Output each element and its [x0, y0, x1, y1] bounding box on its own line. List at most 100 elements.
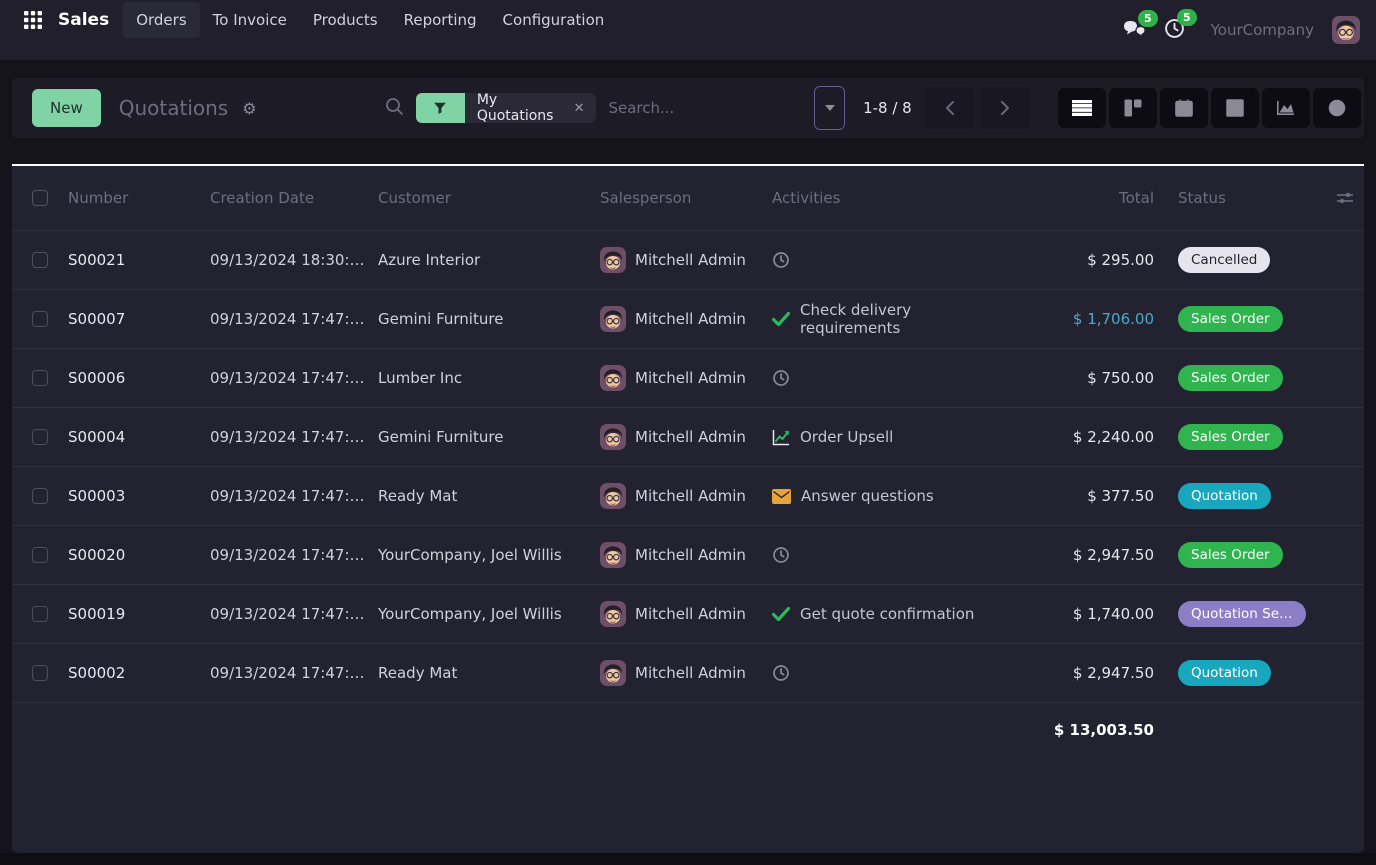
check-activity-icon[interactable] [772, 607, 790, 621]
salesperson-name: Mitchell Admin [635, 487, 746, 505]
row-number: S00021 [68, 251, 210, 269]
row-checkbox[interactable] [32, 665, 48, 681]
row-activities[interactable] [772, 369, 992, 387]
header-salesperson[interactable]: Salesperson [600, 189, 772, 207]
status-badge: Quotation Se… [1178, 601, 1306, 627]
filter-funnel-icon [416, 93, 465, 123]
row-salesperson: Mitchell Admin [600, 365, 772, 391]
nav-menu-reporting[interactable]: Reporting [391, 2, 490, 38]
row-number: S00006 [68, 369, 210, 387]
salesperson-avatar [600, 365, 626, 391]
row-creation-date: 09/13/2024 17:47:… [210, 310, 378, 328]
envelope-activity-icon[interactable] [772, 489, 791, 504]
row-checkbox[interactable] [32, 547, 48, 563]
footer-total-sum: $ 13,003.50 [992, 721, 1166, 739]
row-checkbox[interactable] [32, 429, 48, 445]
table-footer-row: $ 13,003.50 [12, 702, 1364, 756]
row-activities[interactable]: Order Upsell [772, 428, 992, 446]
header-creation-date[interactable]: Creation Date [210, 189, 378, 207]
gear-icon[interactable]: ⚙ [242, 99, 256, 118]
pager-next-button[interactable] [982, 87, 1030, 129]
row-customer: Azure Interior [378, 251, 600, 269]
optional-columns-icon[interactable] [1326, 190, 1364, 206]
nav-right: 5 5 YourCompany [1122, 0, 1360, 60]
row-customer: Gemini Furniture [378, 310, 600, 328]
view-switch-pivot-icon[interactable] [1211, 88, 1259, 128]
activities-button[interactable]: 5 [1164, 18, 1185, 43]
filter-remove-icon[interactable]: ✕ [574, 101, 585, 116]
row-activities[interactable]: Get quote confirmation [772, 605, 992, 623]
apps-menu-icon[interactable] [16, 3, 50, 37]
status-badge: Quotation [1178, 483, 1271, 509]
status-badge: Sales Order [1178, 542, 1283, 568]
row-number: S00002 [68, 664, 210, 682]
messages-button[interactable]: 5 [1122, 19, 1146, 42]
row-activities[interactable] [772, 251, 992, 269]
app-name[interactable]: Sales [58, 10, 109, 30]
activity-label: Answer questions [801, 487, 934, 505]
view-switch-activity-icon[interactable] [1313, 88, 1361, 128]
table-row[interactable]: S00004 09/13/2024 17:47:… Gemini Furnitu… [12, 407, 1364, 466]
row-customer: Ready Mat [378, 487, 600, 505]
table-row[interactable]: S00003 09/13/2024 17:47:… Ready Mat Mitc… [12, 466, 1364, 525]
table-row[interactable]: S00021 09/13/2024 18:30:… Azure Interior… [12, 230, 1364, 289]
row-checkbox[interactable] [32, 252, 48, 268]
row-checkbox[interactable] [32, 370, 48, 386]
nav-menu-configuration[interactable]: Configuration [490, 2, 618, 38]
header-customer[interactable]: Customer [378, 189, 600, 207]
clock-activity-icon[interactable] [772, 369, 790, 387]
row-creation-date: 09/13/2024 17:47:… [210, 664, 378, 682]
nav-menu-orders[interactable]: Orders [123, 2, 199, 38]
row-salesperson: Mitchell Admin [600, 483, 772, 509]
table-row[interactable]: S00002 09/13/2024 17:47:… Ready Mat Mitc… [12, 643, 1364, 702]
company-name[interactable]: YourCompany [1211, 21, 1314, 39]
view-switch-graph-icon[interactable] [1262, 88, 1310, 128]
header-total[interactable]: Total [992, 189, 1166, 207]
filter-chip[interactable]: My Quotations ✕ [416, 93, 597, 123]
row-customer: YourCompany, Joel Willis [378, 605, 600, 623]
row-customer: YourCompany, Joel Willis [378, 546, 600, 564]
table-row[interactable]: S00007 09/13/2024 17:47:… Gemini Furnitu… [12, 289, 1364, 348]
row-activities[interactable] [772, 664, 992, 682]
clock-activity-icon[interactable] [772, 251, 790, 269]
clock-activity-icon[interactable] [772, 664, 790, 682]
pager-previous-button[interactable] [926, 87, 974, 129]
row-checkbox[interactable] [32, 311, 48, 327]
row-activities[interactable] [772, 546, 992, 564]
row-activities[interactable]: Check delivery requirements [772, 301, 992, 337]
user-avatar[interactable] [1332, 16, 1360, 44]
salesperson-avatar [600, 424, 626, 450]
trend-chart-activity-icon[interactable] [772, 429, 790, 446]
view-switch-calendar-icon[interactable] [1160, 88, 1208, 128]
salesperson-name: Mitchell Admin [635, 546, 746, 564]
page-title: Quotations [119, 96, 228, 120]
row-creation-date: 09/13/2024 17:47:… [210, 605, 378, 623]
select-all-checkbox[interactable] [32, 190, 48, 206]
row-customer: Ready Mat [378, 664, 600, 682]
view-switch-kanban-icon[interactable] [1109, 88, 1157, 128]
search-options-dropdown[interactable] [814, 86, 845, 130]
row-checkbox[interactable] [32, 606, 48, 622]
row-number: S00004 [68, 428, 210, 446]
pager: 1-8 / 8 [863, 87, 1030, 129]
table-row[interactable]: S00019 09/13/2024 17:47:… YourCompany, J… [12, 584, 1364, 643]
header-activities[interactable]: Activities [772, 189, 992, 207]
nav-menu-products[interactable]: Products [300, 2, 391, 38]
row-checkbox[interactable] [32, 488, 48, 504]
view-switch-list-icon[interactable] [1058, 88, 1106, 128]
header-status[interactable]: Status [1166, 189, 1326, 207]
salesperson-avatar [600, 601, 626, 627]
row-salesperson: Mitchell Admin [600, 424, 772, 450]
row-activities[interactable]: Answer questions [772, 487, 992, 505]
table-body: S00021 09/13/2024 18:30:… Azure Interior… [12, 230, 1364, 702]
nav-menu-to-invoice[interactable]: To Invoice [200, 2, 300, 38]
salesperson-name: Mitchell Admin [635, 369, 746, 387]
new-button[interactable]: New [32, 89, 101, 127]
row-salesperson: Mitchell Admin [600, 306, 772, 332]
table-row[interactable]: S00006 09/13/2024 17:47:… Lumber Inc Mit… [12, 348, 1364, 407]
table-row[interactable]: S00020 09/13/2024 17:47:… YourCompany, J… [12, 525, 1364, 584]
clock-activity-icon[interactable] [772, 546, 790, 564]
check-activity-icon[interactable] [772, 312, 790, 326]
search-input[interactable] [608, 99, 802, 117]
header-number[interactable]: Number [68, 189, 210, 207]
